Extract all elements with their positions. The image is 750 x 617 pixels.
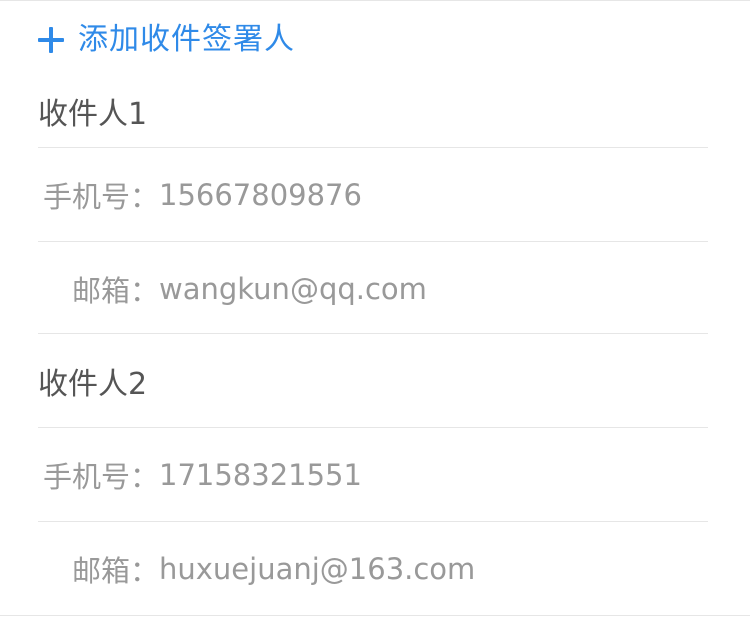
signer-form: 添加收件签署人 收件人1 手机号： 15667809876 邮箱： wangku… (0, 0, 750, 617)
plus-icon (38, 27, 64, 53)
bottom-divider (0, 615, 750, 616)
email-value[interactable]: wangkun@qq.com (159, 272, 427, 306)
email-label: 邮箱： (71, 553, 159, 588)
add-signer-label: 添加收件签署人 (78, 22, 295, 57)
recipient-2: 收件人2 手机号： 17158321551 邮箱： huxuejuanj@163… (38, 333, 708, 615)
email-label: 邮箱： (71, 273, 159, 308)
email-row[interactable]: 邮箱： wangkun@qq.com (38, 242, 708, 335)
recipient-title: 收件人2 (38, 334, 708, 428)
top-divider (0, 0, 750, 1)
phone-value[interactable]: 17158321551 (159, 458, 362, 492)
phone-row[interactable]: 手机号： 15667809876 (38, 148, 708, 242)
recipient-title: 收件人1 (38, 75, 708, 148)
phone-label: 手机号： (42, 459, 159, 494)
phone-row[interactable]: 手机号： 17158321551 (38, 428, 708, 522)
phone-label: 手机号： (42, 179, 159, 214)
phone-value[interactable]: 15667809876 (159, 178, 362, 212)
recipient-1: 收件人1 手机号： 15667809876 邮箱： wangkun@qq.com (38, 75, 708, 335)
add-signer-button[interactable]: 添加收件签署人 (38, 18, 295, 62)
email-value[interactable]: huxuejuanj@163.com (159, 552, 475, 586)
email-row[interactable]: 邮箱： huxuejuanj@163.com (38, 522, 708, 615)
